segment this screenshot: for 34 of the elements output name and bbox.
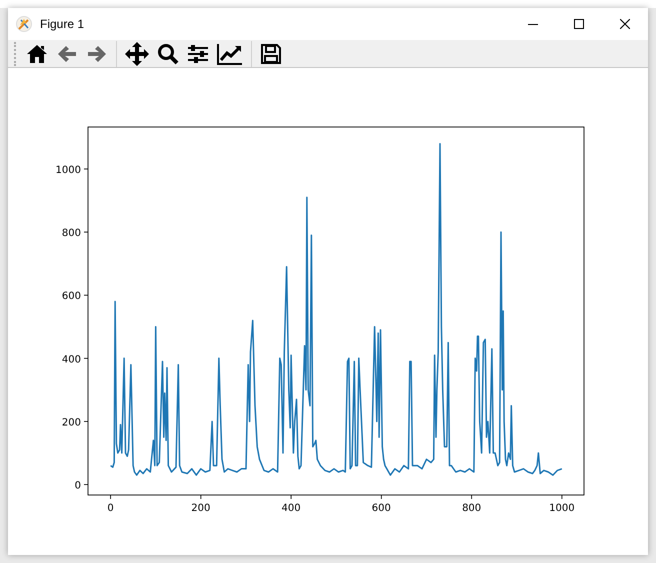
back-arrow-icon[interactable]	[56, 44, 78, 64]
home-icon[interactable]	[26, 44, 48, 64]
tick-mark	[200, 494, 202, 500]
tick-mark	[380, 494, 382, 500]
tick-mark	[84, 168, 88, 170]
x-tick-label: 600	[372, 503, 391, 514]
y-tick-label: 1000	[56, 164, 81, 176]
tick-mark	[84, 421, 88, 422]
x-tick-label: 800	[462, 503, 482, 514]
y-tick-label: 600	[62, 291, 81, 302]
tick-mark	[471, 494, 472, 500]
y-tick-label: 800	[62, 228, 81, 240]
line-chart-icon[interactable]	[217, 42, 243, 64]
sliders-icon[interactable]	[187, 44, 209, 64]
y-tick-label: 0	[74, 480, 81, 492]
forward-arrow-icon[interactable]	[86, 44, 108, 64]
tick-mark	[84, 358, 88, 359]
search-icon[interactable]	[157, 42, 179, 64]
maximize-icon	[574, 19, 584, 29]
tick-mark	[290, 494, 292, 500]
y-tick-label: 200	[62, 417, 81, 428]
y-tick-label: 400	[62, 354, 81, 366]
tick-mark	[84, 484, 88, 485]
x-tick-label: 400	[282, 503, 301, 514]
window-title: Figure 1	[40, 17, 86, 31]
x-tick-label: 0	[107, 503, 114, 514]
move-icon[interactable]	[125, 42, 149, 66]
close-icon	[620, 19, 630, 29]
app-logo-icon	[16, 16, 32, 32]
tick-mark	[110, 494, 111, 500]
tick-mark	[561, 494, 562, 500]
x-tick-label: 1000	[549, 503, 575, 514]
tick-mark	[84, 294, 88, 296]
x-tick-label: 200	[191, 503, 210, 514]
